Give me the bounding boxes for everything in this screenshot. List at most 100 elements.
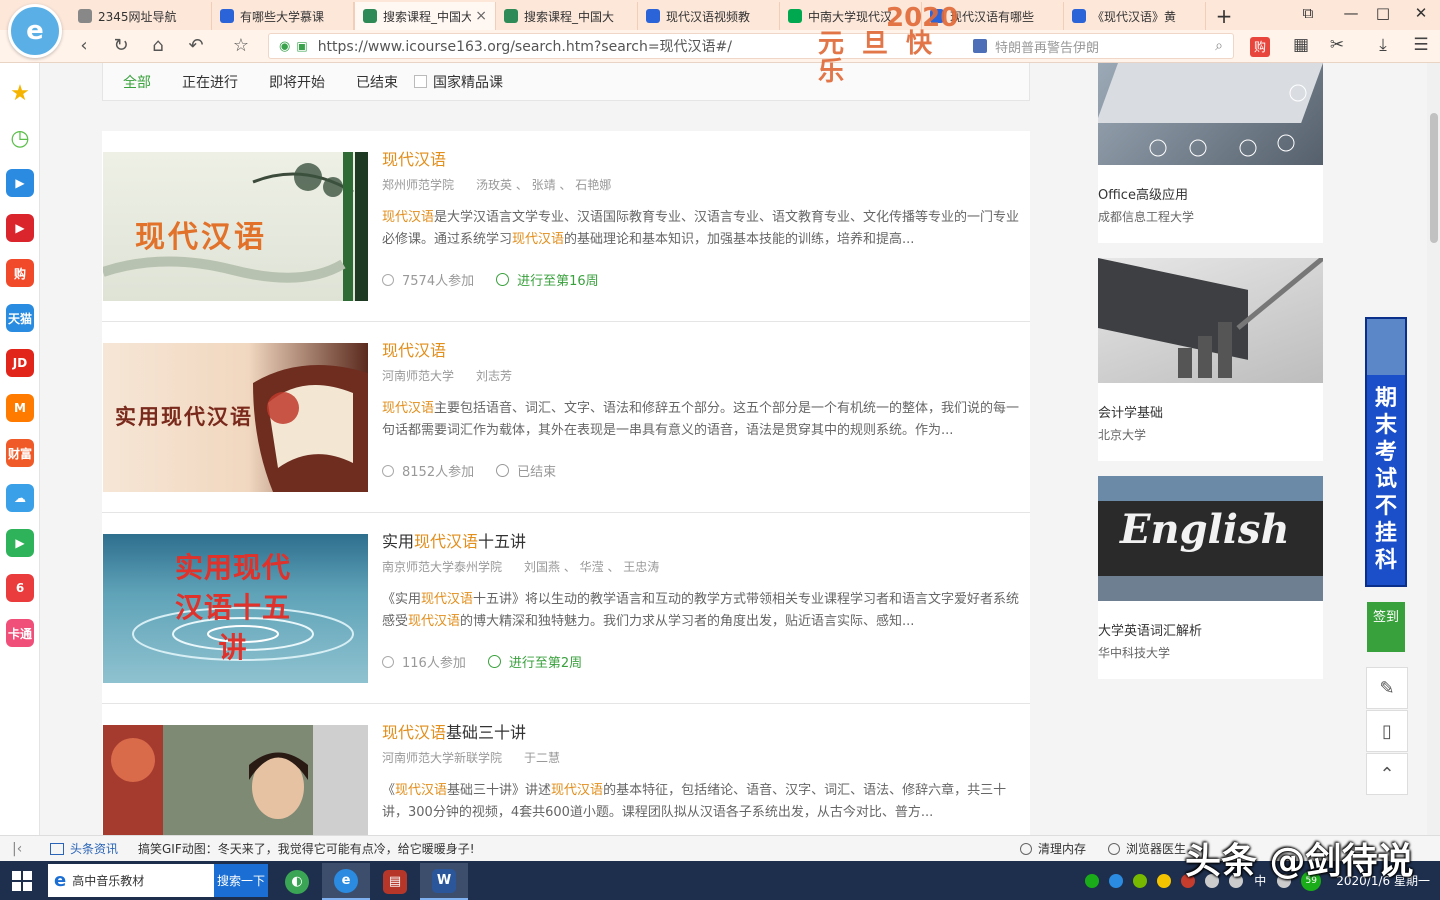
desc-highlight: 现代汉语 bbox=[382, 401, 435, 416]
recommend-card[interactable]: Office高级应用 成都信息工程大学 bbox=[1098, 63, 1323, 243]
close-window-button[interactable]: ✕ bbox=[1410, 4, 1432, 24]
watermark: 头条 @剑待说 bbox=[1185, 841, 1414, 882]
course-thumbnail[interactable]: 实用现代汉语 bbox=[103, 343, 368, 492]
new-year-promo[interactable]: 2020 元旦快乐 bbox=[810, 4, 970, 86]
course-school[interactable]: 郑州师范学院 bbox=[382, 176, 454, 194]
download-icon[interactable]: ⤓ bbox=[1370, 35, 1396, 57]
course-title[interactable]: 实用现代汉语十五讲 bbox=[382, 531, 1022, 553]
tab-3[interactable]: 搜索课程_中国大 × bbox=[354, 2, 496, 30]
taskbar-search[interactable]: e 高中音乐教材 搜索一下 bbox=[48, 864, 268, 897]
tab-1[interactable]: 2345网址导航 bbox=[70, 2, 212, 30]
edit-feedback-icon[interactable]: ✎ bbox=[1366, 667, 1408, 709]
course-title[interactable]: 现代汉语 bbox=[382, 149, 1022, 171]
taskbar-search-input[interactable]: 高中音乐教材 bbox=[72, 872, 214, 889]
hot-news-hint[interactable]: 特朗普再警告伊朗 bbox=[973, 37, 1099, 56]
news-ticker[interactable]: 搞笑GIF动图：冬天来了，我觉得它可能有点冷，给它暖暖身子! bbox=[138, 840, 475, 857]
restore-tabs-icon[interactable]: ⧉ bbox=[1297, 4, 1319, 24]
course-title[interactable]: 现代汉语 bbox=[382, 340, 1022, 362]
security-tray-icon[interactable] bbox=[1157, 873, 1172, 888]
video-play-icon[interactable]: ▶ bbox=[6, 169, 34, 197]
word-icon: W bbox=[432, 868, 456, 893]
shopping-button[interactable]: 购 bbox=[1250, 37, 1270, 57]
news-label[interactable]: 头条资讯 bbox=[50, 840, 118, 857]
filter-tab-all[interactable]: 全部 bbox=[123, 72, 151, 92]
history-clock-icon[interactable]: ◷ bbox=[6, 124, 34, 152]
course-title[interactable]: 现代汉语基础三十讲 bbox=[382, 722, 1022, 744]
six-rooms-icon[interactable]: 6 bbox=[6, 574, 34, 602]
undo-close-icon[interactable]: ↶ bbox=[184, 35, 208, 57]
taskbar-app-archive[interactable]: ▤ bbox=[371, 863, 419, 900]
tab-4[interactable]: 搜索课程_中国大 bbox=[496, 2, 638, 30]
course-meta: 南京师范大学泰州学院 刘国燕 、 华滢 、 王忠涛 bbox=[382, 558, 1022, 576]
nvidia-icon[interactable] bbox=[1133, 873, 1148, 888]
mgtv-icon[interactable]: M bbox=[6, 394, 34, 422]
menu-icon[interactable]: ☰ bbox=[1408, 35, 1434, 57]
tencent-video-icon[interactable]: ▶ bbox=[6, 529, 34, 557]
shopping-icon[interactable]: 购 bbox=[6, 259, 34, 287]
course-card[interactable]: 实用现代汉语十五讲 实用现代汉语十五讲 南京师范大学泰州学院 刘国燕 、 华滢 、… bbox=[102, 513, 1030, 704]
wechat-icon[interactable] bbox=[1085, 873, 1100, 888]
home-icon[interactable]: ⌂ bbox=[146, 35, 170, 57]
green-browser-icon: ◐ bbox=[285, 869, 309, 894]
course-footer: 7574人参加 进行至第16周 bbox=[382, 270, 1022, 289]
tab-8[interactable]: 《现代汉语》黄 bbox=[1064, 2, 1206, 30]
close-tab-icon[interactable]: × bbox=[475, 8, 487, 24]
maximize-button[interactable]: □ bbox=[1372, 4, 1394, 24]
recommend-card[interactable]: 会计学基础 北京大学 bbox=[1098, 258, 1323, 461]
collapse-sidebar-icon[interactable]: |‹ bbox=[12, 841, 22, 857]
course-school[interactable]: 河南师范大学 bbox=[382, 367, 454, 385]
url-field[interactable]: ◉ ▣ https://www.icourse163.org/search.ht… bbox=[268, 33, 1234, 59]
taskbar-search-button[interactable]: 搜索一下 bbox=[214, 864, 268, 897]
ie-tray-icon[interactable] bbox=[1109, 873, 1124, 888]
browser-logo-icon[interactable]: e bbox=[8, 4, 62, 58]
thumbnail-caption: 现代汉语 bbox=[135, 220, 267, 255]
tmall-icon[interactable]: 天猫 bbox=[6, 304, 34, 332]
scrollbar[interactable] bbox=[1427, 63, 1440, 835]
clean-memory-button[interactable]: 清理内存 bbox=[1020, 840, 1086, 857]
taskbar-app-word[interactable]: W bbox=[420, 863, 468, 900]
new-tab-button[interactable]: + bbox=[1213, 4, 1235, 28]
filter-tab-ended[interactable]: 已结束 bbox=[356, 72, 398, 92]
course-school[interactable]: 南京师范大学泰州学院 bbox=[382, 558, 502, 576]
course-card[interactable]: 实用现代汉语 现代汉语 河南师范大学 刘志芳 现代汉语主要包括语音、词汇、文字、语… bbox=[102, 322, 1030, 513]
card-icon[interactable]: 卡通 bbox=[6, 619, 34, 647]
tab-2[interactable]: 有哪些大学慕课 bbox=[212, 2, 354, 30]
tab-5[interactable]: 现代汉语视频教 bbox=[638, 2, 780, 30]
windows-start-icon[interactable] bbox=[12, 871, 32, 891]
course-description: 《现代汉语基础三十讲》讲述现代汉语的基本特征，包括绪论、语音、汉字、词汇、语法、… bbox=[382, 780, 1022, 824]
scissors-icon[interactable]: ✂ bbox=[1324, 35, 1350, 57]
back-to-top-icon[interactable]: ⌃ bbox=[1366, 753, 1408, 795]
apps-grid-icon[interactable]: ▦ bbox=[1288, 35, 1314, 57]
filter-tab-upcoming[interactable]: 即将开始 bbox=[269, 72, 325, 92]
checkin-button[interactable]: 签到 bbox=[1367, 602, 1405, 652]
course-school[interactable]: 河南师范大学新联学院 bbox=[382, 749, 502, 767]
minimize-button[interactable]: — bbox=[1340, 4, 1362, 24]
scrollbar-thumb[interactable] bbox=[1430, 113, 1438, 243]
favorites-star-icon[interactable]: ★ bbox=[6, 79, 34, 107]
exam-ad-banner[interactable]: 期末考试不挂科 bbox=[1365, 317, 1407, 587]
refresh-icon[interactable]: ↻ bbox=[109, 35, 133, 57]
jd-icon[interactable]: JD bbox=[6, 349, 34, 377]
weather-icon[interactable]: ☁ bbox=[6, 484, 34, 512]
taskbar-app-browser[interactable]: e bbox=[322, 863, 370, 900]
mobile-app-icon[interactable]: ▯ bbox=[1366, 710, 1408, 752]
course-card[interactable]: 现代汉语 现代汉语 郑州师范学院 汤玫英 、 张靖 、 石艳娜 现代汉语是大学汉语… bbox=[102, 131, 1030, 322]
filter-tab-ongoing[interactable]: 正在进行 bbox=[182, 72, 238, 92]
browser-doctor-button[interactable]: 浏览器医生 bbox=[1108, 840, 1186, 857]
search-icon[interactable]: ⌕ bbox=[1215, 38, 1223, 54]
paw-icon bbox=[646, 9, 660, 23]
tab-label: 现代汉语视频教 bbox=[666, 9, 751, 24]
finance-icon[interactable]: 财富 bbox=[6, 439, 34, 467]
taskbar-app-360[interactable]: ◐ bbox=[273, 863, 321, 900]
back-icon[interactable]: ‹ bbox=[72, 35, 96, 57]
recommend-card[interactable]: English 大学英语词汇解析 华中科技大学 bbox=[1098, 476, 1323, 679]
course-thumbnail[interactable]: 实用现代汉语十五讲 bbox=[103, 534, 368, 683]
course-thumbnail[interactable] bbox=[103, 725, 368, 835]
course-thumbnail[interactable]: 现代汉语 bbox=[103, 152, 368, 301]
bookmark-star-icon[interactable]: ☆ bbox=[229, 35, 253, 57]
doctor-icon bbox=[1108, 842, 1120, 855]
course-card[interactable]: 现代汉语基础三十讲 河南师范大学新联学院 于二慧 《现代汉语基础三十讲》讲述现代汉… bbox=[102, 704, 1030, 835]
national-course-checkbox[interactable]: 国家精品课 bbox=[414, 72, 503, 92]
thumbnail-caption: 实用现代汉语十五讲 bbox=[174, 551, 291, 664]
youku-icon[interactable]: ▶ bbox=[6, 214, 34, 242]
